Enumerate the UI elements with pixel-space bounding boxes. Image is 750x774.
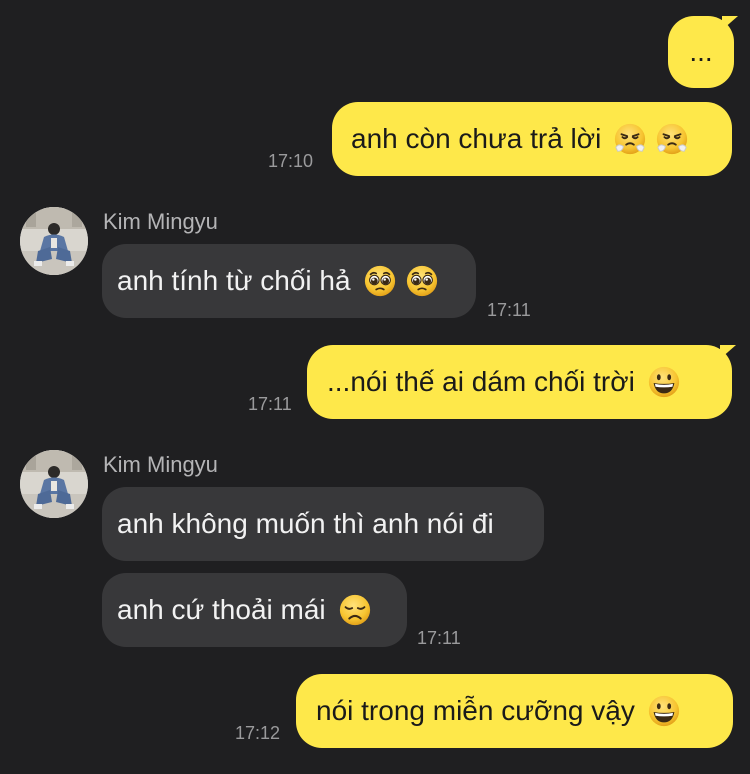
steam-face-icon — [613, 122, 647, 156]
message-text: ... — [689, 36, 713, 67]
message-timestamp: 17:11 — [487, 300, 531, 320]
message-timestamp: 17:11 — [248, 394, 292, 414]
my-message-bubble[interactable]: ...nói thế ai dám chối trời — [307, 345, 732, 419]
my-message-bubble[interactable]: nói trong miễn cưỡng vậy — [296, 674, 733, 748]
their-message-bubble[interactable]: anh không muốn thì anh nói đi — [102, 487, 544, 561]
message-text: anh còn chưa trả lời — [351, 122, 602, 154]
avatar[interactable] — [20, 450, 88, 518]
message-text: anh không muốn thì anh nói đi — [117, 507, 494, 539]
message-text: ...nói thế ai dám chối trời — [327, 365, 635, 397]
disappointed-face-icon — [338, 593, 372, 627]
my-message-bubble[interactable]: anh còn chưa trả lời — [332, 102, 732, 176]
pleading-face-icon — [405, 264, 439, 298]
steam-face-icon — [655, 122, 689, 156]
pleading-face-icon — [363, 264, 397, 298]
their-message-bubble[interactable]: anh cứ thoải mái — [102, 573, 407, 647]
message-text: nói trong miễn cưỡng vậy — [316, 694, 635, 726]
message-timestamp: 17:11 — [417, 628, 461, 648]
sender-name: Kim Mingyu — [103, 452, 218, 477]
message-text: anh cứ thoải mái — [117, 593, 326, 625]
bubble-tail — [722, 16, 738, 30]
avatar[interactable] — [20, 207, 88, 275]
grinning-face-icon — [647, 694, 681, 728]
sender-name: Kim Mingyu — [103, 209, 218, 234]
message-timestamp: 17:12 — [235, 723, 281, 743]
chat-view: ... 17:10 anh còn chưa trả lời Kim Mingy… — [0, 0, 750, 774]
message-timestamp: 17:10 — [268, 151, 314, 171]
grinning-face-icon — [647, 365, 681, 399]
message-text: anh tính từ chối hả — [117, 264, 351, 296]
their-message-bubble[interactable]: anh tính từ chối hả — [102, 244, 476, 318]
bubble-tail — [720, 345, 736, 359]
